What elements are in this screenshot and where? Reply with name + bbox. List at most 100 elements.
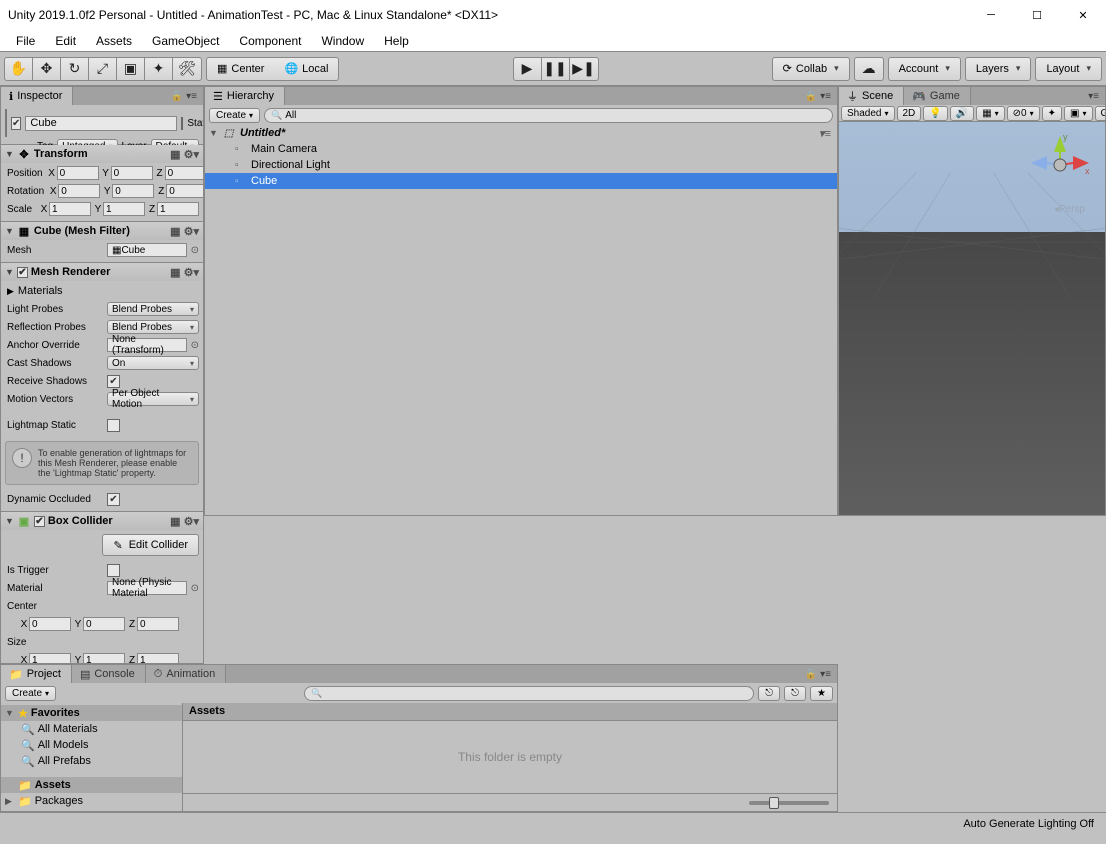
pause-button[interactable]: ❚❚ xyxy=(542,58,570,80)
dynamic-occluded-checkbox[interactable]: ✔ xyxy=(107,493,120,506)
panel-menu-icon[interactable]: 🔒 ▾≡ xyxy=(805,91,837,102)
pivot-local-button[interactable]: 🌐 Local xyxy=(274,58,338,80)
persp-label: ◂Persp xyxy=(1054,204,1085,215)
menu-edit[interactable]: Edit xyxy=(47,32,84,50)
pos-z-input[interactable] xyxy=(165,166,204,180)
gizmos-dropdown[interactable]: Gizmos xyxy=(1095,106,1106,121)
transform-header[interactable]: ▼✥Transform▦ ⚙▾ xyxy=(1,145,203,163)
inspector-tab[interactable]: ℹ Inspector xyxy=(1,87,73,105)
refl-probes-dropdown[interactable]: Blend Probes xyxy=(107,320,199,334)
favorite-icon[interactable]: ★ xyxy=(810,686,833,701)
console-tab[interactable]: ▤ Console xyxy=(72,665,146,683)
hand-tool-icon[interactable]: ✋ xyxy=(5,58,33,80)
empty-folder-label: This folder is empty xyxy=(183,721,837,793)
meshrenderer-header[interactable]: ▼✔Mesh Renderer▦ ⚙▾ xyxy=(1,263,203,281)
scene-gizmo-icon[interactable]: y x xyxy=(1025,130,1095,200)
light-probes-dropdown[interactable]: Blend Probes xyxy=(107,302,199,316)
favorite-item[interactable]: 🔍All Prefabs xyxy=(1,753,182,769)
meshfilter-icon: ▦ xyxy=(17,224,31,238)
menu-assets[interactable]: Assets xyxy=(88,32,140,50)
menu-window[interactable]: Window xyxy=(313,32,372,50)
step-button[interactable]: ▶❚ xyxy=(570,58,598,80)
game-tab[interactable]: 🎮 Game xyxy=(904,87,971,105)
pivot-center-button[interactable]: ▦ Center xyxy=(207,58,274,80)
hierarchy-panel: ☰ Hierarchy 🔒 ▾≡ Create All ▼⬚Untitled*▾… xyxy=(204,86,838,516)
play-button[interactable]: ▶ xyxy=(514,58,542,80)
gizmo-icon[interactable]: ✦ xyxy=(1042,106,1062,121)
menu-file[interactable]: File xyxy=(8,32,43,50)
rotate-tool-icon[interactable]: ↻ xyxy=(61,58,89,80)
packages-folder[interactable]: ▶📁 Packages xyxy=(1,793,182,809)
gameobject-icon[interactable] xyxy=(5,109,7,137)
menu-component[interactable]: Component xyxy=(231,32,309,50)
hierarchy-create-button[interactable]: Create xyxy=(209,108,260,123)
cloud-icon[interactable]: ☁ xyxy=(855,58,883,80)
move-tool-icon[interactable]: ✥ xyxy=(33,58,61,80)
project-create-button[interactable]: Create xyxy=(5,686,56,701)
svg-text:y: y xyxy=(1063,132,1068,142)
meshfilter-header[interactable]: ▼▦Cube (Mesh Filter)▦ ⚙▾ xyxy=(1,222,203,240)
hierarchy-item[interactable]: ▫Main Camera xyxy=(205,141,837,157)
scene-tab[interactable]: ⏚ Scene xyxy=(839,87,904,105)
scene-viewport[interactable]: y x ◂Persp xyxy=(839,122,1105,515)
project-search-input[interactable] xyxy=(304,686,754,701)
physic-material-field[interactable]: None (Physic Material xyxy=(107,581,187,595)
audio-toggle-icon[interactable]: 🔊 xyxy=(950,106,974,121)
static-checkbox[interactable] xyxy=(181,117,183,130)
scale-tool-icon[interactable]: ⤢ xyxy=(89,58,117,80)
favorite-item[interactable]: 🔍All Models xyxy=(1,737,182,753)
filter-icon[interactable]: ⎋ xyxy=(758,686,780,701)
hierarchy-item-selected[interactable]: ▫Cube xyxy=(205,173,837,189)
close-button[interactable]: ✕ xyxy=(1060,0,1106,30)
svg-text:x: x xyxy=(1085,166,1090,176)
hierarchy-tab[interactable]: ☰ Hierarchy xyxy=(205,87,285,105)
mesh-field[interactable]: ▦ Cube xyxy=(107,243,187,257)
layout-dropdown[interactable]: Layout xyxy=(1036,58,1101,80)
menu-gameobject[interactable]: GameObject xyxy=(144,32,227,50)
lightmap-info: !To enable generation of lightmaps for t… xyxy=(5,441,199,485)
is-trigger-checkbox[interactable] xyxy=(107,564,120,577)
inspector-panel: ℹ Inspector 🔒 ▾≡ ✔ Static▾ Tag Untagged … xyxy=(0,86,204,664)
hierarchy-item[interactable]: ▫Directional Light xyxy=(205,157,837,173)
camera-icon[interactable]: ▣ xyxy=(1064,106,1092,121)
pos-y-input[interactable] xyxy=(111,166,153,180)
transform-tool-icon[interactable]: ✦ xyxy=(145,58,173,80)
rect-tool-icon[interactable]: ▣ xyxy=(117,58,145,80)
project-panel: 📁 Project ▤ Console ⏱ Animation 🔒 ▾≡ Cre… xyxy=(0,664,838,812)
edit-collider-button[interactable]: ✎Edit Collider xyxy=(102,534,199,556)
menu-help[interactable]: Help xyxy=(376,32,417,50)
hierarchy-search-input[interactable]: All xyxy=(264,108,833,123)
layers-dropdown[interactable]: Layers xyxy=(966,58,1031,80)
lighting-toggle-icon[interactable]: 💡 xyxy=(923,106,947,121)
receive-shadows-checkbox[interactable]: ✔ xyxy=(107,375,120,388)
minimize-button[interactable]: ─ xyxy=(968,0,1014,30)
status-text: Auto Generate Lighting Off xyxy=(963,818,1094,830)
fx-toggle-icon[interactable]: ▦ xyxy=(976,106,1004,121)
collab-button[interactable]: ⟳ Collab xyxy=(773,58,849,80)
favorites-folder[interactable]: ▼★Favorites xyxy=(1,705,182,721)
scene-panel: ⏚ Scene 🎮 Game ▾≡ Shaded 2D 💡 🔊 ▦ ⊘0 ✦ ▣… xyxy=(838,86,1106,516)
animation-tab[interactable]: ⏱ Animation xyxy=(146,665,227,683)
thumbnail-size-slider[interactable] xyxy=(749,801,829,805)
lightmap-static-checkbox[interactable] xyxy=(107,419,120,432)
breadcrumb[interactable]: Assets xyxy=(183,703,837,721)
hierarchy-scene-root[interactable]: ▼⬚Untitled*▾≡ xyxy=(205,125,837,141)
motion-vectors-dropdown[interactable]: Per Object Motion xyxy=(107,392,199,406)
shading-mode-dropdown[interactable]: Shaded xyxy=(841,106,895,121)
assets-folder[interactable]: 📁 Assets xyxy=(1,777,182,793)
active-checkbox[interactable]: ✔ xyxy=(11,117,21,130)
favorite-item[interactable]: 🔍All Materials xyxy=(1,721,182,737)
2d-toggle[interactable]: 2D xyxy=(897,106,922,121)
anchor-field[interactable]: None (Transform) xyxy=(107,338,187,352)
info-icon: ! xyxy=(12,448,32,468)
hidden-toggle-icon[interactable]: ⊘0 xyxy=(1007,106,1040,121)
project-tab[interactable]: 📁 Project xyxy=(1,665,72,683)
account-dropdown[interactable]: Account xyxy=(889,58,960,80)
cast-shadows-dropdown[interactable]: On xyxy=(107,356,199,370)
pos-x-input[interactable] xyxy=(57,166,99,180)
filter-icon[interactable]: ⎋ xyxy=(784,686,806,701)
gameobject-name-input[interactable] xyxy=(25,116,177,131)
maximize-button[interactable]: ☐ xyxy=(1014,0,1060,30)
custom-tool-icon[interactable]: 🛠 xyxy=(173,58,201,80)
boxcollider-header[interactable]: ▼▣✔Box Collider▦ ⚙▾ xyxy=(1,512,203,530)
